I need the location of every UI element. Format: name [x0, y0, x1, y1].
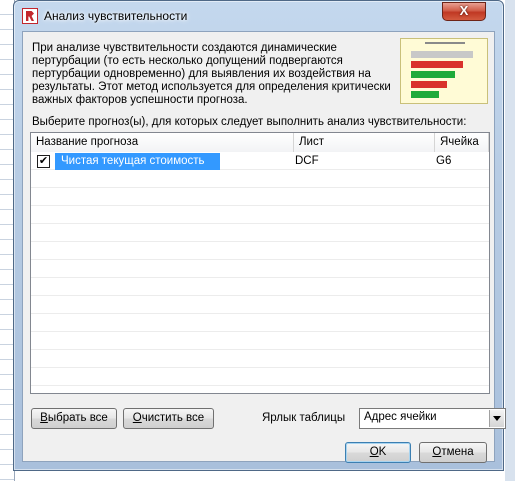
table-label-caption: Ярлык таблицы — [262, 412, 346, 424]
thumbnail-title-line — [425, 42, 465, 44]
ok-hotkey: O — [369, 446, 379, 458]
sheet-cell: DCF — [295, 155, 319, 167]
forecast-name-cell[interactable]: Чистая текущая стоимость — [55, 153, 220, 170]
dialog-body: При анализе чувствительности создаются д… — [22, 31, 506, 463]
cancel-label: тмена — [441, 446, 474, 458]
column-header-forecast-name[interactable]: Название прогноза — [31, 133, 294, 152]
app-logo-icon — [22, 8, 38, 24]
cell-address-cell: G6 — [436, 155, 452, 167]
cancel-button[interactable]: Отмена — [419, 442, 487, 463]
thumbnail-bar-2 — [411, 61, 463, 68]
select-all-label: ыбрать все — [47, 412, 108, 424]
list-grid-lines — [31, 152, 489, 393]
cancel-hotkey: О — [432, 446, 442, 458]
title-bar[interactable]: Анализ чувствительности X — [14, 1, 503, 31]
select-all-hotkey: В — [40, 412, 48, 424]
column-header-sheet[interactable]: Лист — [294, 133, 435, 152]
description-text: При анализе чувствительности создаются д… — [32, 42, 391, 106]
chevron-down-icon[interactable] — [489, 410, 504, 427]
table-label-select[interactable]: Адрес ячейки — [359, 408, 506, 429]
thumbnail-bar-4 — [411, 81, 447, 88]
sensitivity-analysis-dialog: Анализ чувствительности X При анализе чу… — [13, 0, 506, 471]
table-label-value: Адрес ячейки — [364, 411, 437, 423]
ok-button[interactable]: OK — [345, 442, 411, 463]
clear-all-hotkey: О — [132, 412, 142, 424]
forecast-prompt-label: Выберите прогноз(ы), для которых следует… — [32, 116, 467, 128]
forecast-list[interactable]: Название прогноза Лист Ячейка ✔ Чистая т… — [30, 132, 490, 394]
background-right-edge — [505, 0, 515, 481]
forecast-checkbox[interactable]: ✔ — [37, 155, 50, 168]
clear-all-button[interactable]: Очистить все — [123, 408, 214, 429]
dialog-title: Анализ чувствительности — [44, 9, 188, 23]
table-row[interactable]: ✔ Чистая текущая стоимость DCF G6 — [31, 153, 489, 170]
list-header: Название прогноза Лист Ячейка — [31, 133, 489, 153]
column-header-cell[interactable]: Ячейка — [435, 133, 489, 152]
thumbnail-bar-1 — [411, 51, 473, 58]
close-button[interactable]: X — [442, 2, 486, 21]
tornado-chart-thumbnail-icon — [400, 38, 488, 104]
ok-label: K — [378, 446, 387, 458]
thumbnail-bar-5 — [411, 91, 439, 98]
select-all-button[interactable]: Выбрать все — [31, 408, 117, 429]
thumbnail-bar-3 — [411, 71, 455, 78]
clear-all-label: чистить все — [141, 412, 205, 424]
